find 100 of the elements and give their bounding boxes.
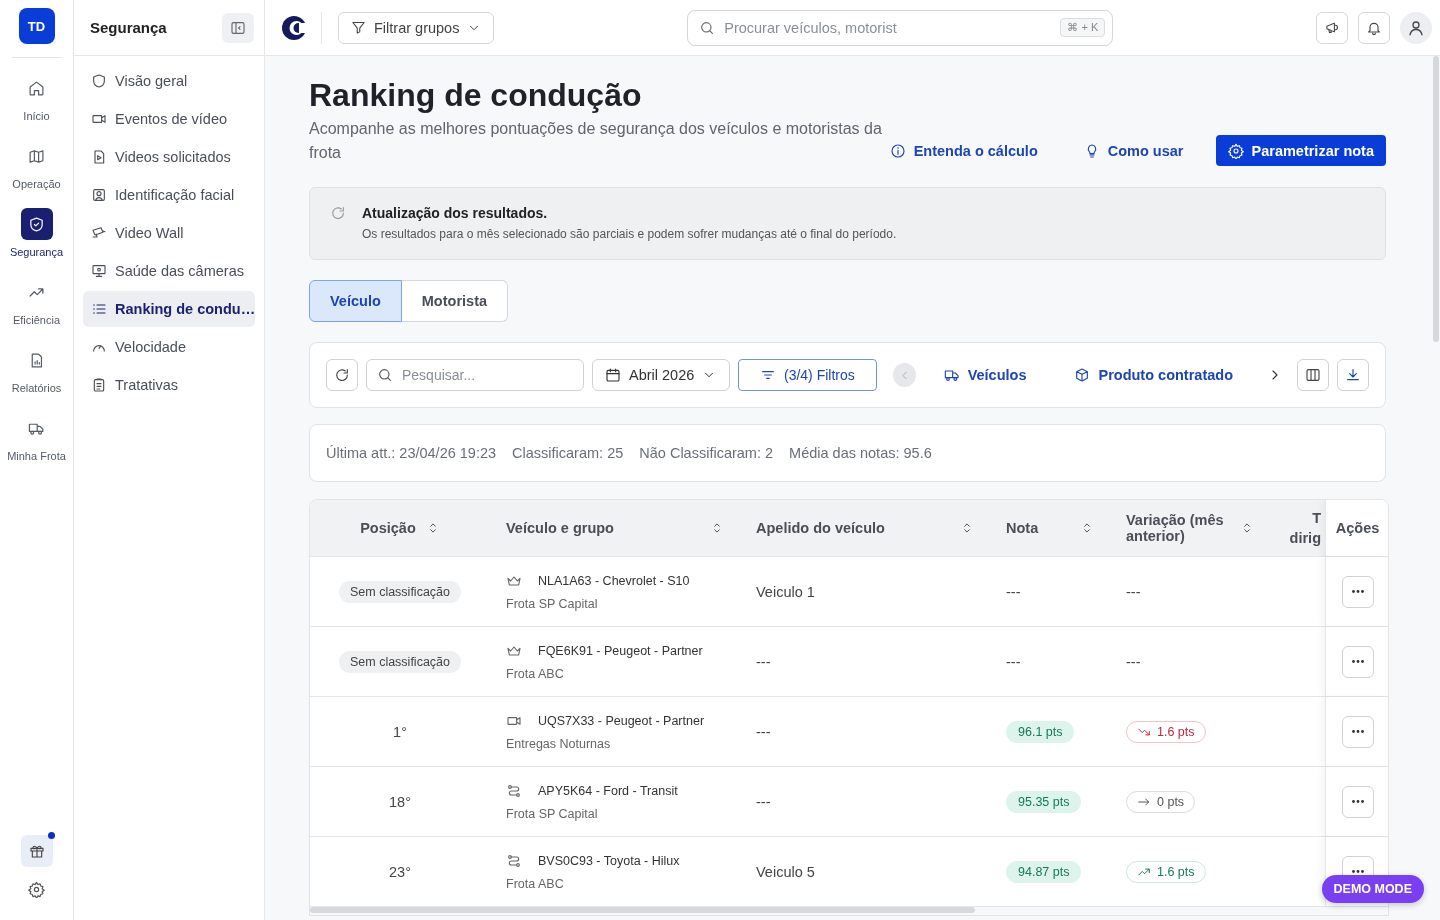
score-badge: 94.87 pts [1006, 860, 1082, 883]
rank-text: 18° [389, 793, 411, 810]
more-icon [1351, 730, 1364, 733]
vehicle-group: Frota SP Capital [506, 596, 598, 611]
search-icon [699, 19, 716, 36]
stat-text: Não Classificaram: 2 [639, 445, 774, 461]
sidebar-item[interactable]: Tratativas [83, 367, 255, 403]
refresh-icon [330, 205, 346, 221]
sidebar-item[interactable]: Videos solicitados [83, 139, 255, 175]
shield-icon [91, 73, 107, 89]
primary-button[interactable]: Parametrizar nota [1215, 135, 1386, 166]
help-link[interactable]: Como usar [1083, 142, 1184, 159]
stat-text: Última att.: 23/04/26 19:23 [326, 445, 497, 461]
clipboard-icon [91, 377, 107, 393]
nav-item[interactable]: Início [0, 72, 73, 122]
nav-item[interactable]: Segurança [0, 208, 73, 258]
notifications-button[interactable] [1358, 11, 1390, 44]
truck-icon [943, 367, 960, 383]
sidebar-item[interactable]: Eventos de vídeo [83, 101, 255, 137]
sidebar-item[interactable]: Identificação facial [83, 177, 255, 213]
nav-item[interactable]: Operação [0, 140, 73, 190]
help-link[interactable]: Entenda o cálculo [889, 142, 1038, 159]
tab[interactable]: Veículo [309, 280, 402, 322]
filter-chip[interactable]: Produto contratado [1054, 367, 1253, 383]
vehicle-name: UQS7X33 - Peugeot - Partner [538, 713, 705, 728]
route-icon [506, 852, 522, 869]
vehicle-name: APY5K64 - Ford - Transit [538, 783, 678, 798]
sidebar-item[interactable]: Velocidade [83, 329, 255, 365]
sidebar-item[interactable]: Visão geral [83, 63, 255, 99]
nav-item[interactable]: Minha Frota [0, 412, 73, 462]
package-icon [1074, 367, 1091, 383]
filters-button[interactable]: (3/4) Filtros [738, 359, 877, 391]
table-cell: Veiculo 1 [756, 583, 815, 600]
status-badge: Sem classificação [338, 650, 461, 673]
search-icon [377, 367, 393, 383]
score-badge: 96.1 pts [1006, 720, 1075, 743]
column-header[interactable]: Nota [990, 500, 1110, 556]
gift-icon [28, 843, 45, 859]
scrollbar[interactable] [1433, 56, 1439, 342]
user-icon [1407, 18, 1425, 37]
home-icon [28, 79, 45, 97]
monitor-icon [91, 263, 107, 279]
vehicle-group: Frota ABC [506, 876, 564, 891]
megaphone-icon [1324, 20, 1340, 35]
more-icon [1351, 870, 1364, 873]
more-icon [1351, 800, 1364, 803]
column-header: T dirig [1288, 509, 1322, 548]
demo-mode-toast: DEMO MODE [1321, 875, 1424, 903]
announcements-button[interactable] [1316, 11, 1348, 44]
collapse-button[interactable] [222, 12, 254, 43]
stat-text: Média das notas: 95.6 [789, 445, 932, 461]
user-button[interactable] [1400, 11, 1432, 44]
table-cell: --- [1006, 583, 1021, 600]
table-cell: Veiculo 5 [756, 863, 815, 880]
map-icon [28, 147, 45, 165]
vehicle-name: NLA1A63 - Chevrolet - S10 [538, 573, 690, 588]
filter-chip[interactable]: Veículos [923, 367, 1047, 383]
gift-button[interactable] [20, 835, 53, 867]
vehicle-group: Entregas Noturnas [506, 736, 611, 751]
page-title: Ranking de condução [309, 76, 643, 114]
more-icon [1351, 590, 1364, 593]
refresh-button[interactable] [326, 359, 358, 391]
nav-item[interactable]: Eficiência [0, 276, 73, 326]
route-icon [506, 782, 522, 799]
column-header[interactable]: Posição [310, 500, 490, 556]
columns-button[interactable] [1297, 359, 1329, 391]
sidebar-title: Segurança [90, 19, 167, 36]
month-picker[interactable]: Abril 2026 [592, 359, 731, 391]
stat-text: Classificaram: 25 [512, 445, 624, 461]
more-icon [1351, 660, 1364, 663]
list-icon [91, 301, 107, 317]
sidebar-item[interactable]: Ranking de condu… [83, 291, 255, 327]
avatar[interactable]: TD [18, 8, 55, 44]
settings-icon [28, 881, 45, 898]
scrollbar[interactable] [310, 907, 975, 913]
logo [281, 14, 307, 41]
video-file-icon [91, 149, 107, 165]
table-cell: --- [1006, 653, 1021, 670]
sidebar-collapse-icon [230, 19, 246, 36]
tab[interactable]: Motorista [401, 280, 509, 322]
filter-groups-button[interactable]: Filtrar grupos [338, 11, 495, 44]
alert-title: Atualização dos resultados. [362, 205, 549, 221]
score-badge: 95.35 pts [1006, 790, 1082, 813]
cctv-icon [91, 225, 107, 241]
search-field[interactable]: Pesquisar... [366, 359, 584, 391]
refresh-icon [334, 367, 350, 383]
nav-item[interactable]: Relatórios [0, 344, 73, 394]
sidebar-item[interactable]: Video Wall [83, 215, 255, 251]
page-subtitle: Acompanhe as melhores pontuações de segurança dos veículos e motoristas da frota [309, 119, 883, 163]
download-button[interactable] [1337, 359, 1369, 391]
settings-icon [1227, 142, 1244, 159]
rank-text: 1° [393, 723, 407, 740]
column-header[interactable]: Variação (mês anterior) [1110, 500, 1270, 556]
table-cell: --- [756, 723, 771, 740]
table-cell: --- [1126, 653, 1141, 670]
settings-button[interactable] [28, 881, 45, 898]
sidebar-item[interactable]: Saúde das câmeras [83, 253, 255, 289]
column-header[interactable]: Apelido do veículo [740, 500, 990, 556]
column-header[interactable]: Veículo e grupo [490, 500, 740, 556]
filter-icon [351, 20, 366, 35]
